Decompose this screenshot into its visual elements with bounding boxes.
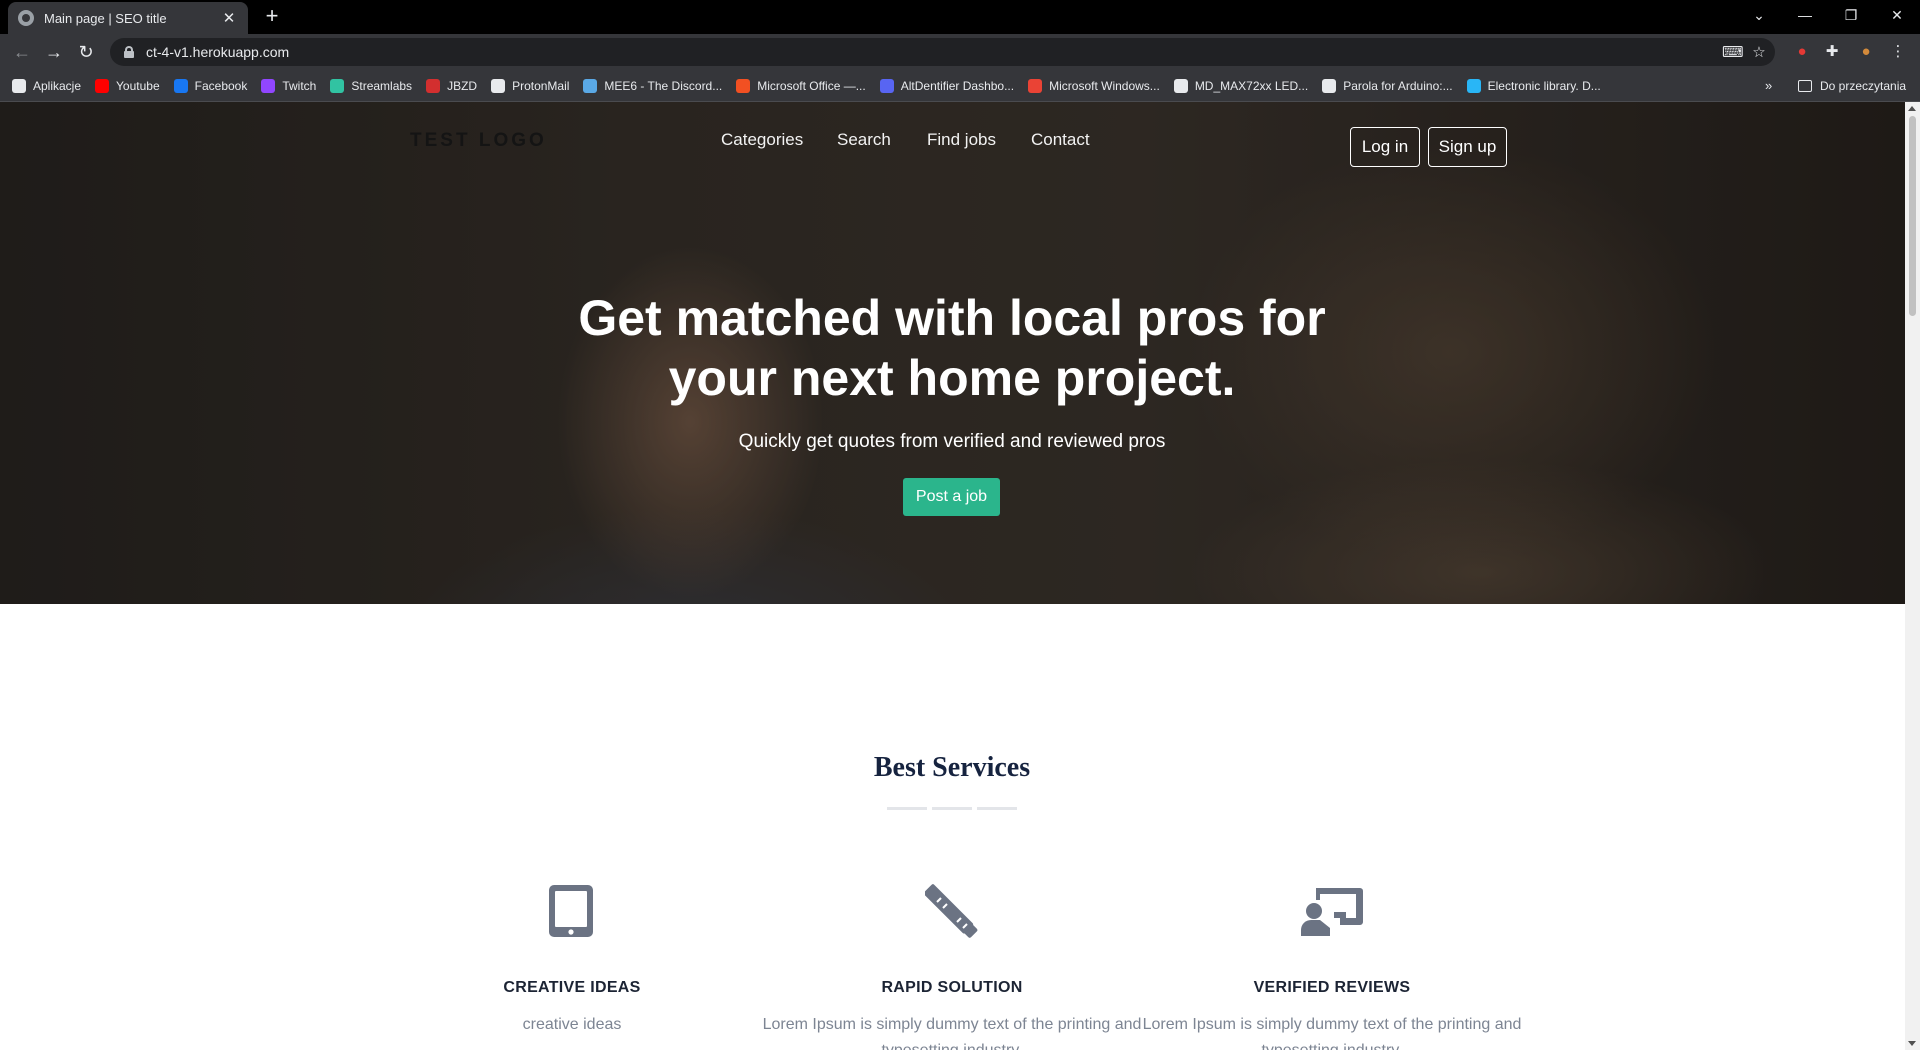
pencil-ruler-icon (925, 884, 978, 938)
hero-section: TEST LOGO Categories Search Find jobs Co… (0, 102, 1905, 604)
hero-title: Get matched with local pros for your nex… (578, 290, 1326, 406)
divider-dash (932, 807, 972, 810)
bookmark-item[interactable]: ProtonMail (491, 78, 570, 93)
bookmark-label: MD_MAX72xx LED... (1194, 78, 1309, 93)
service-text: Lorem Ipsum is simply dummy text of the … (1142, 1016, 1522, 1050)
address-bar[interactable]: ct-4-v1.herokuapp.com ⌨ ☆ (110, 38, 1775, 66)
globe-icon (18, 10, 34, 26)
bookmark-favicon-icon (491, 78, 506, 93)
divider-dash (887, 807, 927, 810)
service-title: VERIFIED REVIEWS (1253, 979, 1411, 996)
bookmark-favicon-icon (261, 78, 276, 93)
bookmark-item[interactable]: Aplikacje (12, 78, 82, 93)
bookmark-item[interactable]: Streamlabs (330, 78, 413, 93)
nav-categories[interactable]: Categories (721, 130, 803, 150)
url-text: ct-4-v1.herokuapp.com (146, 44, 290, 60)
service-text: Lorem Ipsum is simply dummy text of the … (762, 1016, 1142, 1050)
divider-dash (977, 807, 1017, 810)
bookmark-favicon-icon (330, 78, 345, 93)
login-button[interactable]: Log in (1350, 127, 1420, 167)
new-tab-button[interactable]: + (260, 5, 284, 29)
forward-button[interactable]: → (42, 40, 66, 64)
post-job-button[interactable]: Post a job (903, 478, 1000, 516)
bookmark-item[interactable]: MEE6 - The Discord... (583, 78, 723, 93)
reading-list-icon (1798, 80, 1812, 92)
bookmark-item[interactable]: Microsoft Office —... (736, 78, 866, 93)
scroll-down-icon[interactable] (1908, 1041, 1916, 1046)
tab-search-icon[interactable]: ⌄ (1736, 0, 1782, 30)
minimize-button[interactable]: — (1782, 0, 1828, 30)
bookmarks-bar: Aplikacje Youtube Facebook Twitch Streamlabs… (0, 70, 1920, 102)
browser-toolbar: ← → ↻ ct-4-v1.herokuapp.com ⌨ ☆ ● ✚ ● ⋮ (0, 34, 1920, 70)
bookmark-label: Facebook (194, 78, 248, 93)
bookmark-label: JBZD (447, 78, 478, 93)
bookmark-favicon-icon (583, 78, 598, 93)
bookmark-favicon-icon (173, 78, 188, 93)
profile-avatar-icon[interactable]: ● (1856, 42, 1876, 62)
bookmark-item[interactable]: Parola for Arduino:... (1322, 78, 1453, 93)
bookmark-item[interactable]: Facebook (173, 78, 248, 93)
tab-title: Main page | SEO title (44, 10, 167, 26)
bookmark-label: Twitch (282, 78, 317, 93)
browser-tab[interactable]: Main page | SEO title ✕ (8, 2, 248, 34)
bookmark-label: Streamlabs (351, 78, 413, 93)
bookmark-favicon-icon (736, 78, 751, 93)
bookmark-favicon-icon (426, 78, 441, 93)
bookmark-favicon-icon (12, 78, 26, 93)
bookmark-label: Electronic library. D... (1487, 78, 1601, 93)
menu-kebab-icon[interactable]: ⋮ (1888, 42, 1908, 62)
close-tab-icon[interactable]: ✕ (220, 9, 238, 27)
bookmark-label: Microsoft Windows... (1049, 78, 1160, 93)
reading-list-label: Do przeczytania (1820, 79, 1907, 93)
page-viewport: TEST LOGO Categories Search Find jobs Co… (0, 102, 1905, 1050)
bookmark-label: Microsoft Office —... (757, 78, 866, 93)
bookmark-label: ProtonMail (512, 78, 570, 93)
lock-icon (124, 46, 134, 58)
bookmark-label: AltDentifier Dashbo... (900, 78, 1015, 93)
back-button[interactable]: ← (10, 40, 34, 64)
nav-find-jobs[interactable]: Find jobs (927, 130, 996, 150)
page-scrollbar[interactable] (1905, 102, 1920, 1050)
signup-button[interactable]: Sign up (1428, 127, 1507, 167)
translate-icon[interactable]: ⌨ (1722, 44, 1744, 62)
bookmark-favicon-icon (1466, 78, 1481, 93)
more-bookmarks-button[interactable]: » (1765, 78, 1772, 93)
bookmark-label: MEE6 - The Discord... (604, 78, 723, 93)
scroll-up-icon[interactable] (1908, 106, 1916, 111)
chalkboard-teacher-icon (1301, 888, 1363, 936)
nav-search[interactable]: Search (837, 130, 891, 150)
bookmark-label: Aplikacje (33, 78, 82, 93)
bookmark-item[interactable]: Electronic library. D... (1466, 78, 1601, 93)
service-title: CREATIVE IDEAS (503, 979, 641, 996)
restore-button[interactable]: ❐ (1828, 0, 1874, 30)
bookmark-favicon-icon (1173, 78, 1188, 93)
bookmark-item[interactable]: JBZD (426, 78, 478, 93)
bookmark-item[interactable]: Twitch (261, 78, 317, 93)
reading-list-button[interactable]: Do przeczytania (1798, 70, 1906, 102)
service-text: creative ideas (522, 1016, 622, 1033)
bookmark-item[interactable]: Microsoft Windows... (1028, 78, 1160, 93)
bookmark-item[interactable]: AltDentifier Dashbo... (879, 78, 1015, 93)
bookmark-favicon-icon (879, 78, 894, 93)
tablet-icon (549, 885, 593, 937)
bookmark-star-icon[interactable]: ☆ (1750, 44, 1768, 62)
nav-contact[interactable]: Contact (1031, 130, 1090, 150)
bookmark-label: Youtube (116, 78, 160, 93)
puzzle-extensions-icon[interactable]: ✚ (1822, 42, 1842, 62)
bookmark-label: Parola for Arduino:... (1343, 78, 1453, 93)
reload-button[interactable]: ↻ (74, 40, 98, 64)
bookmark-item[interactable]: MD_MAX72xx LED... (1173, 78, 1309, 93)
bookmark-item[interactable]: Youtube (95, 78, 160, 93)
extension-icon[interactable]: ● (1792, 42, 1812, 62)
section-title: Best Services (873, 752, 1031, 783)
site-logo[interactable]: TEST LOGO (410, 130, 547, 152)
bookmark-favicon-icon (95, 78, 110, 93)
window-close-button[interactable]: ✕ (1874, 0, 1920, 30)
bookmark-favicon-icon (1322, 78, 1337, 93)
tab-strip: Main page | SEO title ✕ + ⌄ — ❐ ✕ (0, 0, 1920, 34)
bookmark-favicon-icon (1028, 78, 1043, 93)
service-title: RAPID SOLUTION (881, 979, 1023, 996)
scrollbar-thumb[interactable] (1909, 116, 1916, 316)
hero-subtitle: Quickly get quotes from verified and rev… (738, 431, 1166, 452)
